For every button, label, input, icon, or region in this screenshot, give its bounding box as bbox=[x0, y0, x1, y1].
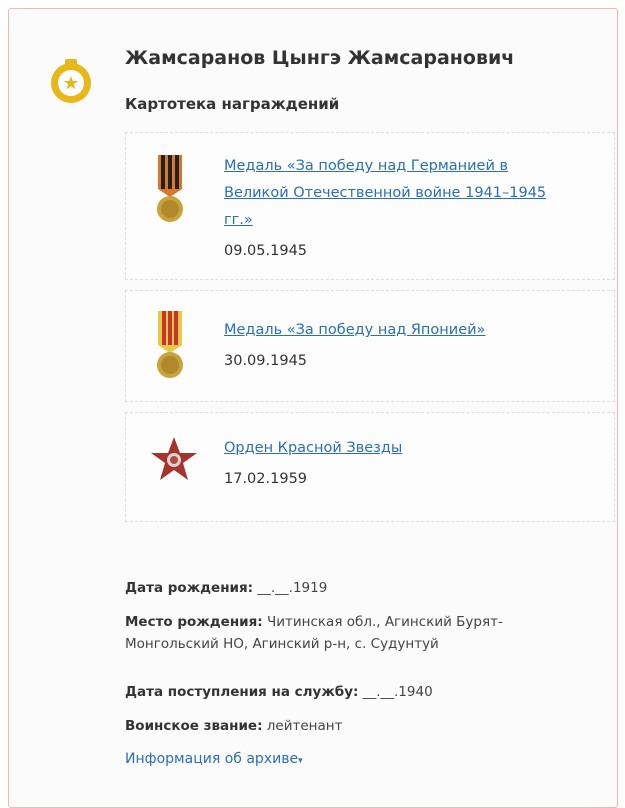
award-item: Медаль «За победу над Японией» 30.09.194… bbox=[125, 290, 615, 402]
rank-row: Воинское звание: лейтенант bbox=[125, 715, 595, 737]
section-title: Картотека награждений bbox=[125, 95, 340, 113]
archive-info-link[interactable]: Информация об архиве▾ bbox=[125, 751, 303, 767]
birth-date-label: Дата рождения: bbox=[125, 580, 254, 596]
birth-place-row: Место рождения: Читинская обл., Агинский… bbox=[125, 611, 595, 655]
person-card: Жамсаранов Цынгэ Жамсаранович Картотека … bbox=[8, 8, 618, 808]
order-red-star-icon bbox=[151, 437, 197, 480]
service-start-label: Дата поступления на службу: bbox=[125, 684, 359, 700]
award-link[interactable]: Медаль «За победу над Германией в Велико… bbox=[224, 153, 574, 234]
award-item: Медаль «За победу над Германией в Велико… bbox=[125, 132, 615, 280]
medal-victory-japan-icon bbox=[157, 311, 183, 378]
award-link[interactable]: Орден Красной Звезды bbox=[224, 435, 574, 462]
rank-value: лейтенант bbox=[266, 718, 343, 734]
archive-info-label: Информация об архиве bbox=[125, 751, 299, 767]
award-date: 30.09.1945 bbox=[224, 353, 308, 369]
medal-victory-germany-icon bbox=[157, 155, 183, 222]
service-start-value: __.__.1940 bbox=[362, 684, 433, 700]
award-date: 09.05.1945 bbox=[224, 243, 308, 259]
rank-label: Воинское звание: bbox=[125, 718, 263, 734]
service-start-row: Дата поступления на службу: __.__.1940 bbox=[125, 681, 595, 703]
award-item: Орден Красной Звезды 17.02.1959 bbox=[125, 412, 615, 522]
dropdown-arrow-icon: ▾ bbox=[298, 756, 303, 766]
birth-date-value: __.__.1919 bbox=[257, 580, 328, 596]
birth-place-label: Место рождения: bbox=[125, 614, 263, 630]
award-badge-icon bbox=[51, 59, 91, 103]
person-name: Жамсаранов Цынгэ Жамсаранович bbox=[125, 47, 515, 69]
award-link[interactable]: Медаль «За победу над Японией» bbox=[224, 317, 574, 344]
award-date: 17.02.1959 bbox=[224, 471, 308, 487]
birth-date-row: Дата рождения: __.__.1919 bbox=[125, 577, 595, 599]
